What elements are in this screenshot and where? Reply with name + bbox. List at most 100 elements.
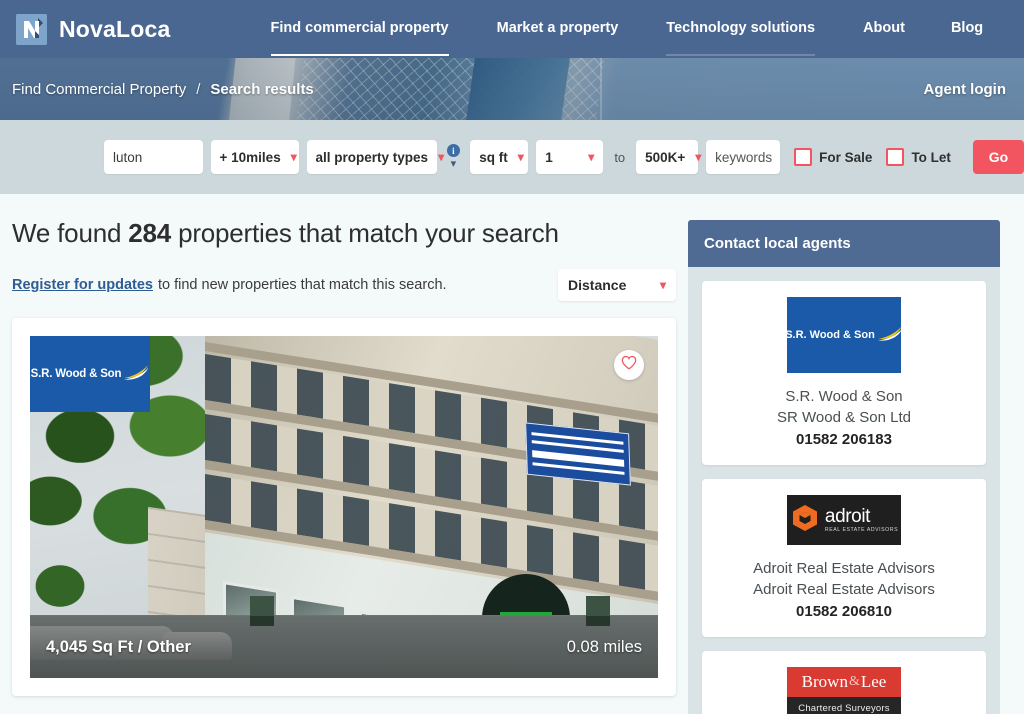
agent-card[interactable]: Brown & Lee Chartered Surveyors Daniel M… <box>702 651 986 714</box>
brown-and-lee-logo-icon: Brown & Lee Chartered Surveyors <box>787 667 901 714</box>
nav-item-find-commercial-property[interactable]: Find commercial property <box>270 19 449 57</box>
search-results-column: We found 284 properties that match your … <box>0 194 688 696</box>
agent-phone[interactable]: 01582 206183 <box>714 429 974 452</box>
secondary-nav-links: About Blog My shortlist <box>863 19 1024 39</box>
size-max-dropdown[interactable]: 500K+ ▾ <box>636 140 702 174</box>
nav-underline <box>497 54 619 56</box>
nav-label: Technology solutions <box>666 19 816 36</box>
property-agent-logo: S.R. Wood & Son <box>30 336 150 412</box>
photo-for-sale-sign <box>525 422 631 486</box>
checkbox-box <box>794 148 813 166</box>
property-type-dropdown[interactable]: all property types ▾ <box>306 140 444 174</box>
nav-item-about[interactable]: About <box>863 21 905 38</box>
register-for-updates-link[interactable]: Register for updates <box>12 277 153 293</box>
keywords-input[interactable]: keywords <box>706 140 781 174</box>
size-max-value: 500K+ <box>645 149 686 165</box>
results-subheader: Register for updates to find new propert… <box>12 269 676 301</box>
nav-label: About <box>863 19 905 36</box>
info-icon: i <box>446 144 460 157</box>
size-min-value: 1 <box>545 149 553 165</box>
nav-label: Market a property <box>496 19 619 36</box>
property-photo: S.R. Wood & Son 4,045 Sq Ft / Other 0.08… <box>30 336 658 678</box>
breadcrumb-separator: / <box>196 80 201 98</box>
brownlee-text-b: Lee <box>860 672 887 692</box>
page-body: We found 284 properties that match your … <box>0 194 1024 714</box>
nav-label: Find commercial property <box>270 19 449 36</box>
nav-item-market-a-property[interactable]: Market a property <box>497 21 619 38</box>
go-button[interactable]: Go <box>972 140 1024 174</box>
agent-name: S.R. Wood & Son <box>785 388 903 405</box>
adroit-wordmark: adroit REAL ESTATE ADVISORS <box>825 507 898 533</box>
breadcrumb-bar: Find Commercial Property / Search result… <box>0 58 1024 120</box>
chevron-down-icon: ▾ <box>588 150 595 164</box>
novaloca-logo-icon <box>16 13 47 45</box>
property-photo-overlay: 4,045 Sq Ft / Other 0.08 miles <box>30 616 658 678</box>
adroit-logo-icon: adroit REAL ESTATE ADVISORS <box>787 495 901 546</box>
unit-dropdown[interactable]: sq ft ▾ <box>470 140 529 174</box>
brownlee-ampersand: & <box>848 674 860 690</box>
agent-company: Adroit Real Estate Advisors <box>753 581 935 599</box>
nav-underline <box>666 54 816 57</box>
results-count: 284 <box>128 218 172 248</box>
checkbox-box <box>886 148 905 166</box>
nav-item-technology-solutions[interactable]: Technology solutions <box>666 19 816 57</box>
results-heading-suffix: properties that match your search <box>178 218 559 248</box>
unit-value: sq ft <box>479 149 508 165</box>
property-type-value: all property types <box>315 149 429 165</box>
main-nav-links: Find commercial property Market a proper… <box>270 0 864 58</box>
chevron-down-icon: ▾ <box>450 158 457 170</box>
agent-logo-text: S.R. Wood & Son <box>785 329 875 341</box>
property-size-and-type: 4,045 Sq Ft / Other <box>46 637 191 656</box>
brown-and-lee-wordmark: Brown & Lee <box>787 667 901 698</box>
chevron-down-icon: ▾ <box>290 150 297 164</box>
adroit-cube-icon <box>790 503 820 538</box>
property-distance: 0.08 miles <box>566 637 642 656</box>
brownlee-text-a: Brown <box>801 672 848 692</box>
sr-wood-and-son-logo-icon: S.R. Wood & Son <box>785 297 903 373</box>
brownlee-subtext: Chartered Surveyors <box>787 697 901 714</box>
for-sale-label: For Sale <box>819 149 873 165</box>
chevron-down-icon: ▾ <box>517 150 524 164</box>
contact-agents-sidebar: Contact local agents S.R. Wood & Son S.R… <box>688 194 1024 714</box>
adroit-logo-subtext: REAL ESTATE ADVISORS <box>824 526 899 533</box>
size-min-dropdown[interactable]: 1 ▾ <box>536 140 604 174</box>
to-let-checkbox[interactable]: To Let <box>886 148 951 166</box>
agent-card[interactable]: adroit REAL ESTATE ADVISORS Adroit Real … <box>702 479 986 638</box>
property-agent-logo-text: S.R. Wood & Son <box>30 368 122 380</box>
distance-dropdown[interactable]: + 10miles ▾ <box>210 140 299 174</box>
location-input[interactable]: luton <box>104 140 203 174</box>
keywords-value: keywords <box>715 149 773 165</box>
distance-value: + 10miles <box>219 149 281 165</box>
agent-name: Adroit Real Estate Advisors <box>753 560 935 578</box>
to-let-label: To Let <box>911 149 951 165</box>
add-to-shortlist-button[interactable] <box>614 350 644 380</box>
contact-agents-panel: Contact local agents S.R. Wood & Son S.R… <box>688 220 1000 714</box>
for-sale-checkbox[interactable]: For Sale <box>794 148 872 166</box>
chevron-down-icon: ▾ <box>695 150 702 164</box>
chevron-down-icon: ▾ <box>659 278 666 292</box>
agent-card[interactable]: S.R. Wood & Son S.R. Wood & Son SR Wood … <box>702 281 986 466</box>
size-range-to-label: to <box>614 149 626 165</box>
nav-item-blog[interactable]: Blog <box>951 21 983 38</box>
results-heading-prefix: We found <box>12 218 122 248</box>
chevron-down-icon: ▾ <box>438 150 445 164</box>
sort-dropdown[interactable]: Distance ▾ <box>558 269 676 301</box>
adroit-logo-text: adroit <box>824 505 871 527</box>
breadcrumb-current: Search results <box>210 80 314 98</box>
size-info-toggle[interactable]: i ▾ <box>445 144 463 170</box>
breadcrumb: Find Commercial Property / Search result… <box>0 81 1024 98</box>
brand-logo[interactable]: NovaLoca <box>16 13 171 45</box>
agent-login-link[interactable]: Agent login <box>924 81 1007 98</box>
sort-value: Distance <box>568 277 627 293</box>
agent-logo: S.R. Wood & Son <box>714 297 974 373</box>
breadcrumb-parent-link[interactable]: Find Commercial Property <box>12 81 186 98</box>
heart-icon <box>621 355 637 375</box>
swoosh-icon <box>877 325 903 346</box>
agent-company: SR Wood & Son Ltd <box>777 409 911 427</box>
swoosh-icon <box>123 364 149 385</box>
search-filter-bar: luton + 10miles ▾ all property types ▾ i… <box>0 120 1024 194</box>
property-card[interactable]: S.R. Wood & Son 4,045 Sq Ft / Other 0.08… <box>12 318 676 696</box>
agent-phone[interactable]: 01582 206810 <box>714 601 974 624</box>
agent-logo: adroit REAL ESTATE ADVISORS <box>714 495 974 546</box>
top-navigation-bar: NovaLoca Find commercial property Market… <box>0 0 1024 58</box>
